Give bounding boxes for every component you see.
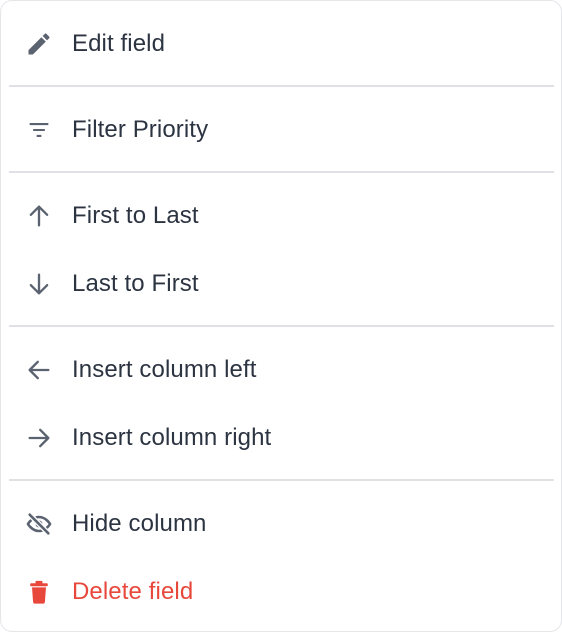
arrow-up-icon bbox=[25, 202, 53, 230]
edit-field-menu-item[interactable]: Edit field bbox=[1, 15, 561, 71]
insert-column-right-menu-item[interactable]: Insert column right bbox=[1, 409, 561, 465]
hide-column-label: Hide column bbox=[72, 510, 207, 537]
hide-column-menu-item[interactable]: Hide column bbox=[1, 495, 561, 551]
column-context-menu: Edit field Filter Priority First to Last… bbox=[0, 0, 562, 632]
insert-column-left-label: Insert column left bbox=[72, 356, 257, 383]
filter-priority-menu-item[interactable]: Filter Priority bbox=[1, 101, 561, 157]
filter-priority-label: Filter Priority bbox=[72, 116, 209, 143]
menu-divider bbox=[9, 85, 554, 87]
pencil-icon bbox=[25, 30, 53, 58]
filter-icon bbox=[25, 116, 53, 144]
eye-off-icon bbox=[25, 510, 53, 538]
edit-field-label: Edit field bbox=[72, 30, 166, 57]
delete-field-label: Delete field bbox=[72, 578, 194, 605]
menu-divider bbox=[9, 325, 554, 327]
insert-column-left-menu-item[interactable]: Insert column left bbox=[1, 341, 561, 397]
menu-divider bbox=[9, 171, 554, 173]
sort-first-to-last-menu-item[interactable]: First to Last bbox=[1, 187, 561, 243]
first-to-last-label: First to Last bbox=[72, 202, 199, 229]
arrow-left-icon bbox=[25, 356, 53, 384]
sort-last-to-first-menu-item[interactable]: Last to First bbox=[1, 255, 561, 311]
arrow-right-icon bbox=[25, 424, 53, 452]
arrow-down-icon bbox=[25, 270, 53, 298]
last-to-first-label: Last to First bbox=[72, 270, 199, 297]
trash-icon bbox=[25, 578, 53, 606]
delete-field-menu-item[interactable]: Delete field bbox=[1, 563, 561, 619]
insert-column-right-label: Insert column right bbox=[72, 424, 272, 451]
menu-divider bbox=[9, 479, 554, 481]
